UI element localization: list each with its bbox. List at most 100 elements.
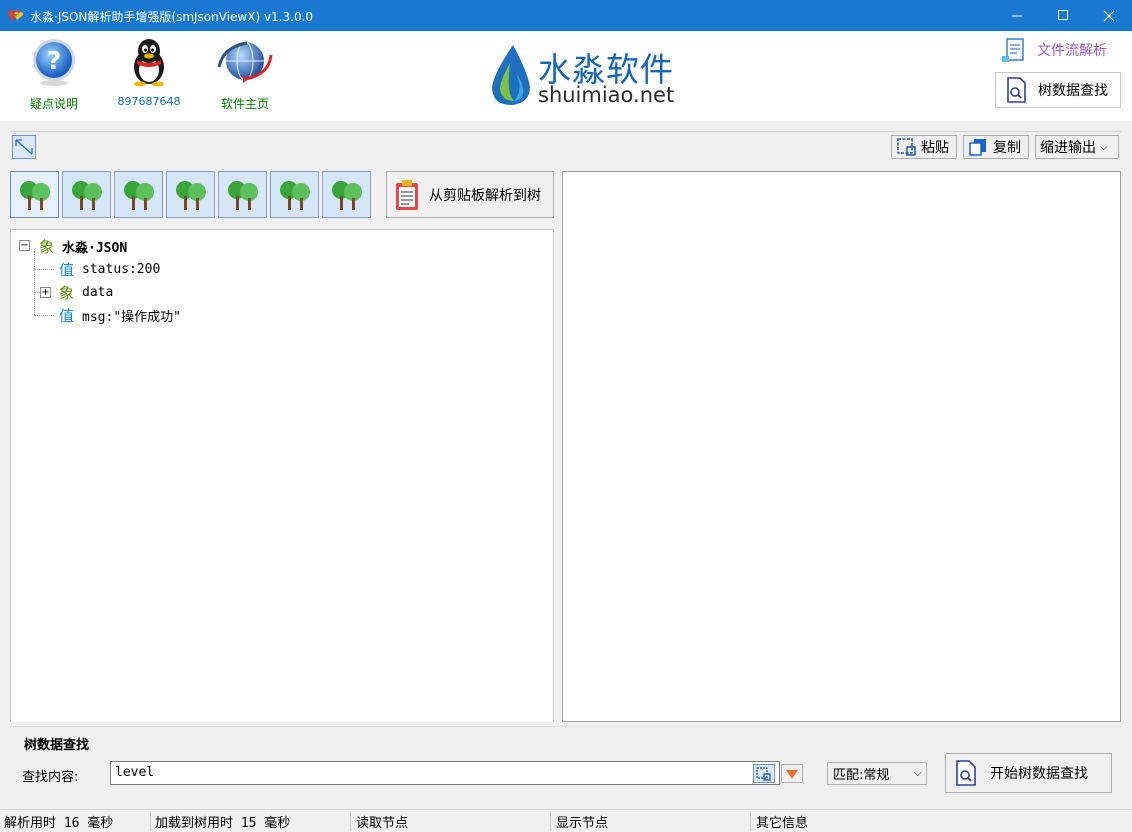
svg-text:?: ?: [47, 46, 62, 75]
tree-node-status[interactable]: 值 status:200: [59, 259, 160, 279]
help-button[interactable]: ? 疑点说明: [14, 37, 94, 112]
tree-icon: [227, 180, 258, 210]
brand-name-en: shuimiao.net: [538, 83, 675, 107]
water-drop-icon: [492, 45, 530, 105]
diagonal-arrow-icon: [15, 139, 33, 155]
match-mode-value: 匹配:常规: [833, 768, 890, 783]
paste-icon: [756, 766, 771, 781]
start-tree-search-button[interactable]: 开始树数据查找: [945, 753, 1112, 793]
splitter[interactable]: [554, 168, 562, 722]
file-stream-icon: [1002, 38, 1024, 62]
help-question-icon: ?: [33, 39, 75, 86]
tree-icon: [19, 180, 50, 210]
maximize-icon: [1057, 10, 1068, 20]
status-read-node: 读取节点: [356, 816, 409, 831]
left-panel: 从剪贴板解析到树 − 象 水淼·JSON 值 status:200 + 象 da…: [10, 168, 554, 722]
tree-style-button-3[interactable]: [114, 171, 163, 218]
tree-node-root[interactable]: 象 水淼·JSON: [39, 236, 127, 256]
status-divider: [150, 812, 151, 831]
status-divider: [750, 812, 751, 831]
tree-root-label: 水淼·JSON: [62, 240, 128, 256]
title-bar[interactable]: 水淼·JSON解析助手增强版(smJsonViewX) v1.3.0.0: [0, 0, 1132, 31]
start-search-label: 开始树数据查找: [990, 766, 1088, 782]
clipboard-icon: [396, 179, 418, 210]
tree-search-panel: 树数据查找 查找内容: level 匹配:常规 ⌵ 开始树数据查找: [10, 726, 1121, 804]
header: ? 疑点说明 897687648 软件主页 水淼软件 shuimiao.net …: [0, 31, 1132, 121]
help-label: 疑点说明: [29, 97, 78, 111]
triangle-down-icon: [786, 769, 798, 779]
tree-search-label: 树数据查找: [1038, 83, 1108, 99]
status-other-info: 其它信息: [756, 816, 809, 831]
qq-button[interactable]: 897687648: [109, 37, 189, 108]
tree-node-label: msg:"操作成功": [82, 309, 181, 325]
search-group-title: 树数据查找: [24, 738, 90, 753]
status-bar: 解析用时 16 毫秒 加载到树用时 15 毫秒 读取节点 显示节点 其它信息: [0, 809, 1132, 832]
json-text-output[interactable]: [562, 171, 1121, 722]
expand-data-toggle[interactable]: +: [40, 287, 51, 298]
close-button[interactable]: [1086, 0, 1132, 31]
json-tree-view[interactable]: − 象 水淼·JSON 值 status:200 + 象 data 值 msg:…: [10, 229, 554, 722]
qq-penguin-icon: [134, 39, 164, 87]
tree-node-kind: 值: [59, 306, 75, 325]
tree-node-label: status:200: [82, 261, 161, 277]
tree-style-button-7[interactable]: [322, 171, 371, 218]
search-field-label: 查找内容:: [22, 770, 79, 785]
status-divider: [550, 812, 551, 831]
copy-button[interactable]: 复制: [963, 135, 1029, 159]
file-stream-label: 文件流解析: [1037, 43, 1107, 59]
brand-logo: 水淼软件 shuimiao.net: [486, 43, 696, 109]
tree-style-button-6[interactable]: [270, 171, 319, 218]
maximize-button[interactable]: [1040, 0, 1086, 31]
search-history-dropdown[interactable]: [781, 764, 803, 783]
tree-line: [34, 315, 54, 316]
paste-label: 粘贴: [921, 140, 949, 156]
homepage-button[interactable]: 软件主页: [205, 37, 285, 112]
tree-line: [34, 251, 35, 315]
app-hearts-icon: [8, 10, 24, 21]
header-separator: [0, 121, 1132, 131]
tree-icon: [279, 180, 310, 210]
parse-label: 从剪贴板解析到树: [429, 187, 541, 204]
tree-node-label: data: [82, 284, 114, 300]
status-show-node: 显示节点: [556, 816, 609, 831]
paste-button[interactable]: 粘贴: [891, 135, 957, 159]
file-stream-parse-button[interactable]: 文件流解析: [995, 32, 1121, 68]
minimize-button[interactable]: [994, 0, 1040, 31]
copy-label: 复制: [993, 140, 1021, 156]
tree-icon: [331, 180, 362, 210]
doc-search-icon: [956, 760, 976, 786]
qq-number-label: 897687648: [117, 95, 181, 108]
toolbar: 粘贴 复制 缩进输出 ⌵: [10, 131, 1121, 161]
match-mode-select[interactable]: 匹配:常规 ⌵: [827, 762, 927, 785]
chevron-down-icon: ⌵: [913, 766, 922, 779]
tree-search-toggle-button[interactable]: 树数据查找: [995, 72, 1121, 108]
status-load-time: 加载到树用时 15 毫秒: [155, 816, 291, 831]
search-input[interactable]: level: [110, 761, 780, 785]
doc-search-icon: [1007, 77, 1026, 103]
search-paste-button[interactable]: [753, 764, 775, 783]
close-icon: [1103, 10, 1115, 21]
output-mode-select[interactable]: 缩进输出 ⌵: [1035, 135, 1119, 159]
copy-icon: [969, 139, 986, 156]
tree-node-msg[interactable]: 值 msg:"操作成功": [59, 305, 181, 325]
tree-style-button-4[interactable]: [166, 171, 215, 218]
tree-icon: [123, 180, 154, 210]
chevron-down-icon: ⌵: [1100, 141, 1108, 153]
tree-line: [34, 269, 54, 270]
minimize-icon: [1011, 15, 1022, 17]
status-divider: [350, 812, 351, 831]
parse-from-clipboard-button[interactable]: 从剪贴板解析到树: [386, 171, 554, 218]
tree-style-button-2[interactable]: [62, 171, 111, 218]
tree-style-button-5[interactable]: [218, 171, 267, 218]
output-mode-value: 缩进输出: [1040, 140, 1096, 156]
collapse-root-toggle[interactable]: −: [19, 240, 30, 251]
homepage-label: 软件主页: [220, 97, 269, 111]
window-title: 水淼·JSON解析助手增强版(smJsonViewX) v1.3.0.0: [30, 10, 314, 24]
collapse-panel-button[interactable]: [12, 135, 36, 159]
tree-root-kind: 象: [39, 237, 55, 256]
tree-node-data[interactable]: 象 data: [59, 282, 113, 302]
status-parse-time: 解析用时 16 毫秒: [4, 816, 114, 831]
tree-node-kind: 象: [59, 283, 75, 302]
tree-style-button-1[interactable]: [10, 171, 59, 218]
tree-icon: [175, 180, 206, 210]
